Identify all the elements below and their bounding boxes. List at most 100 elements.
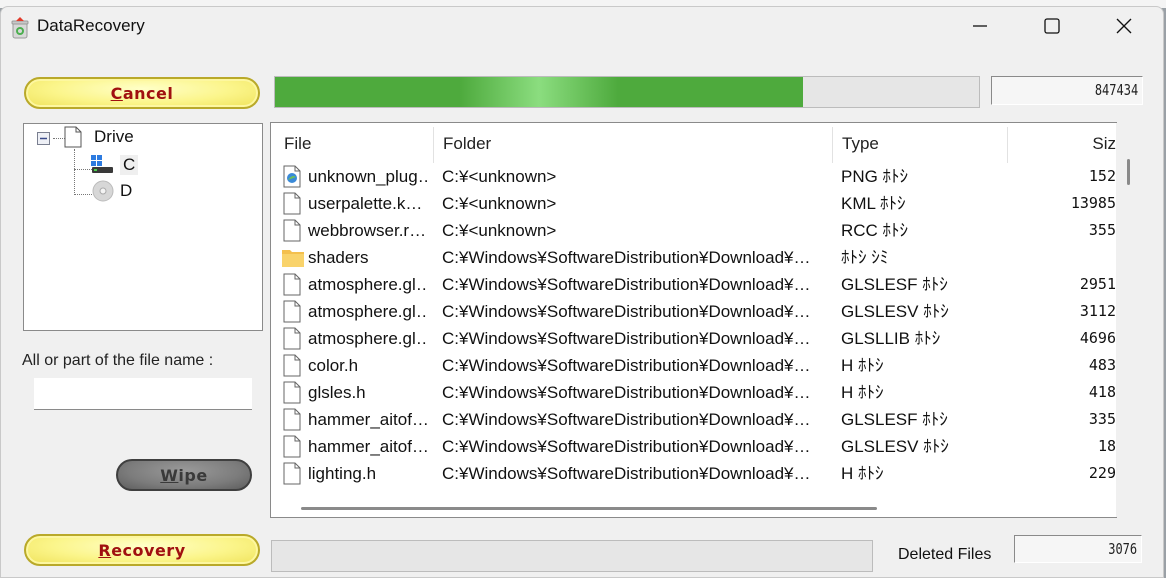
cancel-button[interactable]: Cancel xyxy=(24,77,260,109)
cell-type: H ﾎﾄｼ xyxy=(841,356,884,375)
drive-tree[interactable]: Drive C D xyxy=(23,123,263,331)
cell-file: color.h xyxy=(308,356,359,375)
table-row[interactable]: glsles.h C:¥Windows¥SoftwareDistribution¥… xyxy=(271,379,1116,406)
cell-file: hammer_aitof… xyxy=(308,410,428,429)
table-row[interactable]: color.h C:¥Windows¥SoftwareDistribution¥D… xyxy=(271,352,1116,379)
cell-folder: C:¥Windows¥SoftwareDistribution¥Download… xyxy=(442,437,811,456)
column-header-type[interactable]: Type xyxy=(842,123,879,163)
cell-type: H ﾎﾄｼ xyxy=(841,383,884,402)
cell-folder: C:¥Windows¥SoftwareDistribution¥Download… xyxy=(442,302,811,321)
cd-drive-icon xyxy=(92,180,114,202)
cell-size: 2951 xyxy=(1079,275,1116,293)
wipe-button[interactable]: Wipe xyxy=(116,459,252,491)
image-file-icon xyxy=(283,165,301,188)
scan-progress-bar xyxy=(274,76,980,108)
filename-filter-input[interactable] xyxy=(34,378,252,410)
column-divider[interactable] xyxy=(832,127,833,163)
table-row[interactable]: atmosphere.gl… C:¥Windows¥SoftwareDistrib… xyxy=(271,271,1116,298)
cell-folder: C:¥<unknown> xyxy=(442,194,557,213)
cell-type: GLSLESF ﾎﾄｼ xyxy=(841,275,948,294)
table-row[interactable]: lighting.h C:¥Windows¥SoftwareDistributio… xyxy=(271,460,1116,487)
vertical-scroll-thumb[interactable] xyxy=(1127,159,1130,185)
cell-type: H ﾎﾄｼ xyxy=(841,464,884,483)
tree-item-drive-root[interactable]: Drive xyxy=(64,126,134,148)
cell-type: KML ﾎﾄｼ xyxy=(841,194,906,213)
cell-type: GLSLESV ﾎﾄｼ xyxy=(841,302,949,321)
recovery-label: ecovery xyxy=(111,540,186,560)
maximize-button[interactable] xyxy=(1017,7,1087,45)
deleted-files-label: Deleted Files xyxy=(898,546,992,563)
collapse-toggle-icon[interactable] xyxy=(37,132,50,145)
cell-folder: C:¥Windows¥SoftwareDistribution¥Download… xyxy=(442,464,811,483)
windows-drive-icon xyxy=(91,155,113,173)
minimize-button[interactable] xyxy=(945,7,1015,45)
tree-item-label: D xyxy=(120,181,133,200)
cell-folder: C:¥Windows¥SoftwareDistribution¥Download… xyxy=(442,248,811,267)
close-button[interactable] xyxy=(1089,7,1159,45)
cell-type: GLSLLIB ﾎﾄｼ xyxy=(841,329,941,348)
filename-filter-label: All or part of the file name : xyxy=(22,352,214,369)
tree-item-label: Drive xyxy=(94,127,134,146)
cell-size: 18 xyxy=(1097,437,1116,455)
table-row[interactable]: hammer_aitof… C:¥Windows¥SoftwareDistribu… xyxy=(271,406,1116,433)
cancel-label: ancel xyxy=(122,83,174,103)
deleted-files-count-field: 3076 xyxy=(1014,535,1142,563)
cell-file: glsles.h xyxy=(308,383,366,402)
cell-folder: C:¥Windows¥SoftwareDistribution¥Download… xyxy=(442,275,811,294)
table-row[interactable]: userpalette.k… C:¥<unknown> KML ﾎﾄｼ 13985 xyxy=(271,190,1116,217)
deleted-files-list[interactable]: File Folder Type Siz unknown_plug… C:¥<un… xyxy=(270,122,1117,518)
column-divider[interactable] xyxy=(433,127,434,163)
cell-folder: C:¥Windows¥SoftwareDistribution¥Download… xyxy=(442,329,811,348)
file-icon xyxy=(283,408,301,431)
table-row[interactable]: hammer_aitof… C:¥Windows¥SoftwareDistribu… xyxy=(271,433,1116,460)
cell-file: atmosphere.gl… xyxy=(308,275,428,294)
cancel-accel-key: C xyxy=(110,83,123,103)
cell-file: atmosphere.gl… xyxy=(308,302,428,321)
recycle-bin-app-icon xyxy=(11,17,29,39)
tree-item-drive-c[interactable]: C xyxy=(90,154,139,176)
tree-connector xyxy=(74,194,92,195)
deleted-files-count: 3076 xyxy=(1108,540,1137,558)
recovery-progress-bar xyxy=(271,540,873,572)
cell-file: shaders xyxy=(308,248,369,267)
column-divider[interactable] xyxy=(1007,127,1008,163)
cell-file: hammer_aitof… xyxy=(308,437,428,456)
maximize-icon xyxy=(1044,18,1060,34)
cell-size: 3112 xyxy=(1079,302,1116,320)
minimize-icon xyxy=(973,25,987,27)
file-icon xyxy=(283,435,301,458)
tree-connector xyxy=(74,149,75,195)
scanned-count-value: 847434 xyxy=(1094,81,1138,99)
cell-file: unknown_plug… xyxy=(308,167,428,186)
cell-file: userpalette.k… xyxy=(308,194,423,213)
file-icon xyxy=(283,300,301,323)
column-header-size[interactable]: Siz xyxy=(1011,123,1116,163)
tree-item-drive-d[interactable]: D xyxy=(92,180,132,202)
table-row[interactable]: webbrowser.r… C:¥<unknown> RCC ﾎﾄｼ 355 xyxy=(271,217,1116,244)
cell-file: atmosphere.gl… xyxy=(308,329,428,348)
cell-size: 418 xyxy=(1088,383,1116,401)
cell-size xyxy=(1001,244,1116,271)
window-title: DataRecovery xyxy=(37,16,145,35)
recovery-button[interactable]: Recovery xyxy=(24,534,260,566)
title-bar: DataRecovery xyxy=(1,7,1163,45)
recovery-accel-key: R xyxy=(98,540,112,560)
document-icon xyxy=(64,126,82,148)
file-icon xyxy=(283,219,301,242)
table-row[interactable]: atmosphere.gl… C:¥Windows¥SoftwareDistrib… xyxy=(271,298,1116,325)
file-icon xyxy=(283,381,301,404)
folder-icon xyxy=(282,250,304,267)
column-header-file[interactable]: File xyxy=(284,123,311,163)
datarecovery-window: DataRecovery Cancel 847434 Drive C D All… xyxy=(0,6,1164,578)
wipe-label: ipe xyxy=(178,465,208,485)
cell-file: lighting.h xyxy=(308,464,377,483)
table-row[interactable]: shaders C:¥Windows¥SoftwareDistribution¥D… xyxy=(271,244,1116,271)
table-row[interactable]: unknown_plug… C:¥<unknown> PNG ﾎﾄｼ 152 xyxy=(271,163,1116,190)
cell-size: 4696 xyxy=(1079,329,1116,347)
horizontal-scroll-thumb[interactable] xyxy=(301,507,877,510)
vertical-scrollbar[interactable] xyxy=(1116,123,1145,517)
file-icon xyxy=(283,273,301,296)
column-header-folder[interactable]: Folder xyxy=(443,123,491,163)
cell-size: 483 xyxy=(1088,356,1116,374)
table-row[interactable]: atmosphere.gl… C:¥Windows¥SoftwareDistrib… xyxy=(271,325,1116,352)
